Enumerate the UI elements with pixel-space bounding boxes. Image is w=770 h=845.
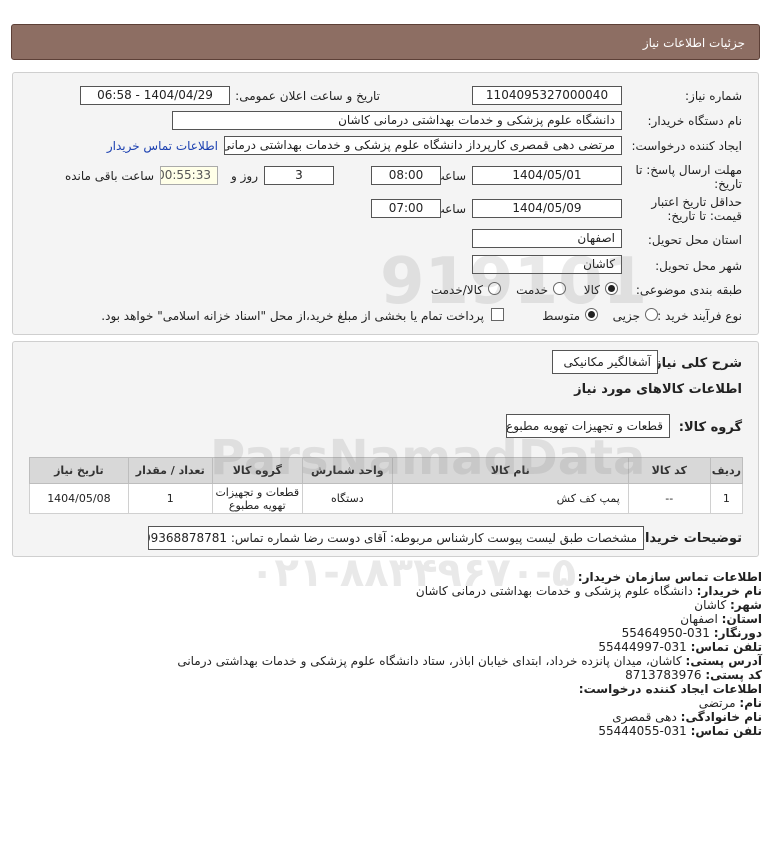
category-radio-goods-service[interactable] xyxy=(488,282,501,295)
need-details-panel: شرح کلی نیاز: آشغالگیر مکانیکی اطلاعات ک… xyxy=(12,341,759,557)
table-row: 1 -- پمپ کف کش دستگاه قطعات و تجهیزات ته… xyxy=(29,483,744,514)
process-option-minor: جزیی xyxy=(612,309,640,323)
category-option-goods-service: کالا/خدمت xyxy=(430,283,483,297)
cell-qty: 1 xyxy=(127,483,213,514)
contact-address: آدرس پستی: کاشان، میدان پانزده خرداد، اب… xyxy=(177,654,762,668)
contact-postal: کد پستی: 8713783976 xyxy=(625,668,762,682)
col-qty: تعداد / مقدار xyxy=(127,457,213,484)
validity-label-2: قیمت: تا تاریخ: xyxy=(667,209,742,223)
goods-info-title: اطلاعات کالاهای مورد نیاز xyxy=(574,382,742,397)
province-field: اصفهان xyxy=(472,229,622,248)
treasury-payment-text: پرداخت تمام یا بخشی از مبلغ خرید،از محل … xyxy=(101,309,484,323)
col-group: گروه کالا xyxy=(211,457,303,484)
process-label: نوع فرآیند خرید : xyxy=(657,309,742,323)
contact-city: شهر: کاشان xyxy=(694,598,762,612)
category-option-goods: کالا xyxy=(583,283,600,297)
cell-unit: دستگاه xyxy=(301,483,393,514)
announce-label: تاریخ و ساعت اعلان عمومی: xyxy=(235,89,380,103)
buyer-contact-link[interactable]: اطلاعات تماس خریدار xyxy=(107,139,218,153)
city-label: شهر محل تحویل: xyxy=(655,259,742,273)
cell-row: 1 xyxy=(709,483,744,514)
remaining-label: ساعت باقی مانده xyxy=(64,169,154,183)
desc-field: آشغالگیر مکانیکی xyxy=(552,350,658,374)
validity-time-field: 07:00 xyxy=(371,199,441,218)
contact-province: استان: اصفهان xyxy=(680,612,762,626)
contact-phone: تلفن تماس: 031-55444997 xyxy=(598,640,762,654)
col-row: ردیف xyxy=(709,457,744,484)
buyer-notes-label: توضیحات خریدار: xyxy=(632,531,742,546)
deadline-time-field: 08:00 xyxy=(371,166,441,185)
deadline-label-2: تاریخ: xyxy=(714,177,742,191)
goods-group-field: قطعات و تجهیزات تهویه مطبوع xyxy=(506,414,670,438)
contact-org-title: اطلاعات تماس سازمان خریدار: xyxy=(577,570,762,584)
validity-label-1: حداقل تاریخ اعتبار xyxy=(651,195,742,209)
contact-last-name: نام خانوادگی: دهی قمصری xyxy=(612,710,762,724)
days-label: روز و xyxy=(231,169,258,183)
remaining-time-field: 00:55:33 xyxy=(160,166,218,185)
goods-table: ردیف کد کالا نام کالا واحد شمارش گروه کا… xyxy=(29,457,744,514)
category-radio-goods[interactable] xyxy=(605,282,618,295)
col-unit: واحد شمارش xyxy=(301,457,393,484)
contact-creator-phone: تلفن تماس: 031-55444055 xyxy=(598,724,762,738)
requester-label: ایجاد کننده درخواست: xyxy=(631,139,742,153)
cell-code: -- xyxy=(627,483,711,514)
need-number-field: 1104095327000040 xyxy=(472,86,622,105)
deadline-label-1: مهلت ارسال پاسخ: تا xyxy=(635,163,742,177)
category-label: طبقه بندی موضوعی: xyxy=(635,283,742,297)
buyer-org-field: دانشگاه علوم پزشکی و خدمات بهداشتی درمان… xyxy=(172,111,622,130)
announce-field: 1404/04/29 - 06:58 xyxy=(80,86,230,105)
contact-creator-title: اطلاعات ایجاد کننده درخواست: xyxy=(578,682,762,696)
contact-buyer-name: نام خریدار: دانشگاه علوم پزشکی و خدمات ب… xyxy=(415,584,762,598)
cell-group: قطعات و تجهیزات تهویه مطبوع xyxy=(211,483,303,514)
process-radio-minor[interactable] xyxy=(645,308,658,321)
category-option-service: خدمت xyxy=(516,283,548,297)
need-number-label: شماره نیاز: xyxy=(685,89,742,103)
process-option-medium: متوسط xyxy=(542,309,580,323)
days-field: 3 xyxy=(264,166,334,185)
goods-table-header: ردیف کد کالا نام کالا واحد شمارش گروه کا… xyxy=(29,457,744,484)
desc-label: شرح کلی نیاز: xyxy=(648,356,742,371)
buyer-notes-field: مشخصات طبق لیست پیوست کارشناس مربوطه: آق… xyxy=(148,526,644,550)
city-field: کاشان xyxy=(472,255,622,274)
cell-name: پمپ کف کش xyxy=(391,483,629,514)
col-date: تاریخ نیاز xyxy=(29,457,129,484)
requester-field: مرتضی دهی قمصری کارپرداز دانشگاه علوم پز… xyxy=(224,136,622,155)
treasury-payment-checkbox[interactable] xyxy=(491,308,504,321)
page-title: جزئیات اطلاعات نیاز xyxy=(642,36,745,50)
page-title-bar: جزئیات اطلاعات نیاز xyxy=(11,24,760,60)
category-radio-service[interactable] xyxy=(553,282,566,295)
deadline-date-field: 1404/05/01 xyxy=(472,166,622,185)
validity-date-field: 1404/05/09 xyxy=(472,199,622,218)
col-name: نام کالا xyxy=(391,457,629,484)
province-label: استان محل تحویل: xyxy=(647,233,742,247)
need-info-panel: شماره نیاز: 1104095327000040 تاریخ و ساع… xyxy=(12,72,759,335)
col-code: کد کالا xyxy=(627,457,711,484)
buyer-org-label: نام دستگاه خریدار: xyxy=(647,114,743,128)
cell-date: 1404/05/08 xyxy=(29,483,129,514)
goods-group-label: گروه کالا: xyxy=(678,420,742,435)
contact-fax: دورنگار: 031-55464950 xyxy=(621,626,762,640)
process-radio-medium[interactable] xyxy=(585,308,598,321)
contact-first-name: نام: مرتضی xyxy=(698,696,762,710)
